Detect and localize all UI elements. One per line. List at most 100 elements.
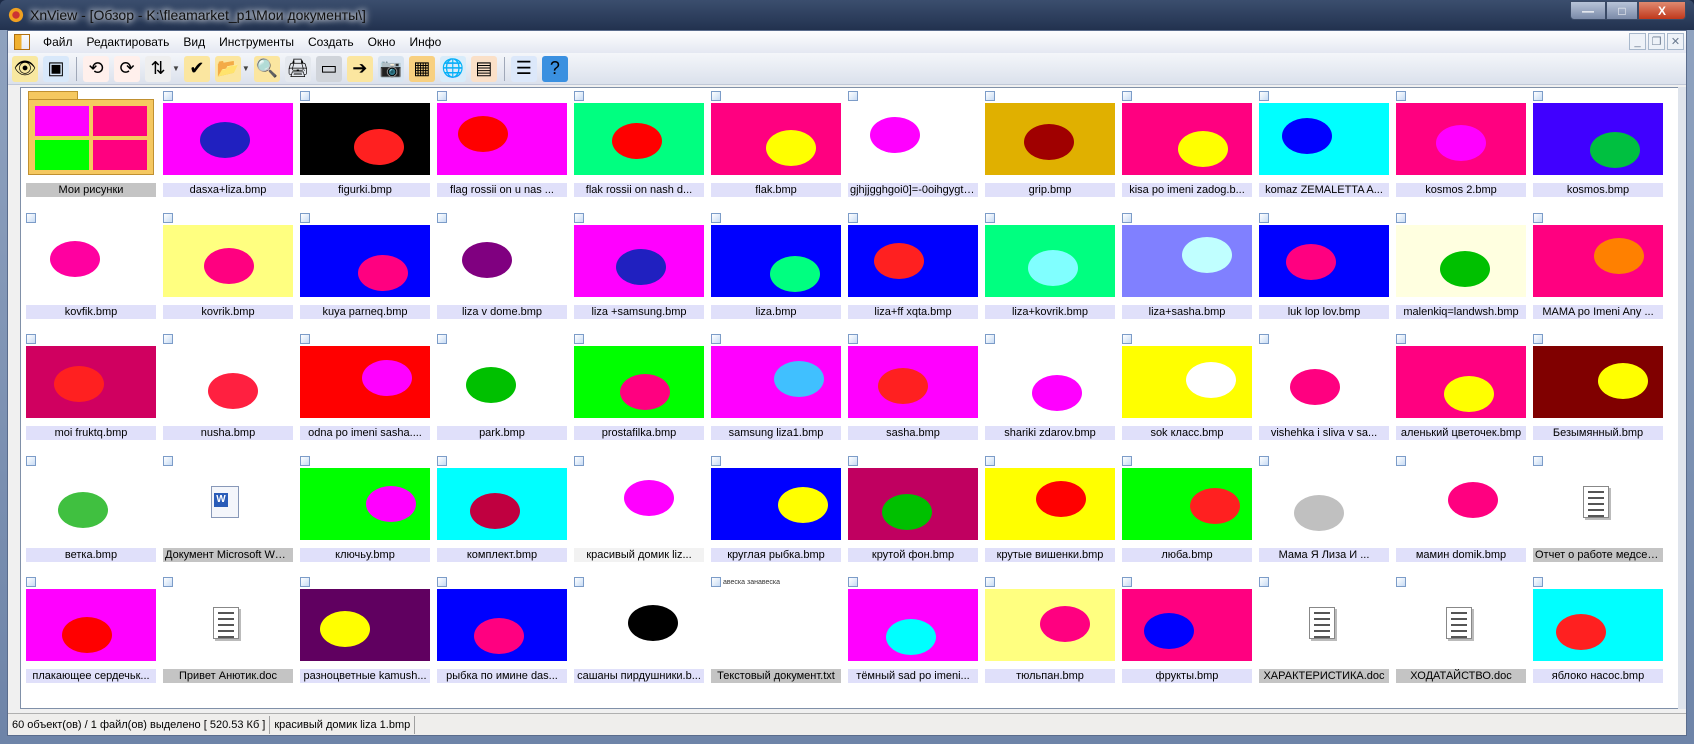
select-checkbox[interactable] — [437, 577, 447, 587]
export-button[interactable]: ➔ — [346, 55, 373, 82]
thumbnail-item[interactable]: samsung liza1.bmp — [711, 334, 841, 452]
select-checkbox[interactable] — [1533, 455, 1543, 466]
thumbnail-item[interactable]: liza+kovrik.bmp — [985, 212, 1115, 331]
menu-2[interactable]: Вид — [176, 35, 212, 49]
select-checkbox[interactable] — [1396, 91, 1406, 101]
thumbnail-item[interactable]: kovrik.bmp — [163, 212, 293, 331]
select-checkbox[interactable] — [574, 334, 584, 344]
thumbnail-item[interactable]: liza+ff xqta.bmp — [848, 212, 978, 331]
dropdown-arrow-icon[interactable]: ▼ — [172, 64, 180, 73]
select-checkbox[interactable] — [985, 455, 995, 466]
select-checkbox[interactable] — [848, 455, 858, 466]
select-checkbox[interactable] — [574, 577, 584, 587]
thumbnail-item[interactable]: Отчет о работе медсес... — [1533, 455, 1663, 574]
select-checkbox[interactable] — [1259, 455, 1269, 466]
fullscreen-button[interactable]: ▣ — [43, 55, 69, 82]
select-checkbox[interactable] — [26, 334, 36, 344]
select-checkbox[interactable] — [437, 455, 447, 466]
thumbnail-item[interactable]: kovfik.bmp — [26, 212, 156, 331]
thumbnail-item[interactable]: nusha.bmp — [163, 334, 293, 452]
thumbnail-item[interactable]: dasxa+liza.bmp — [163, 91, 293, 209]
select-checkbox[interactable] — [163, 91, 173, 101]
thumbnail-item[interactable]: kisa po imeni zadog.b... — [1122, 91, 1252, 209]
thumbnail-item[interactable]: Мои рисунки — [26, 91, 156, 209]
select-checkbox[interactable] — [1122, 91, 1132, 101]
thumbnail-item[interactable]: kuya parneq.bmp — [300, 212, 430, 331]
mdi-minimize-button[interactable]: _ — [1629, 33, 1646, 50]
select-checkbox[interactable] — [711, 212, 721, 223]
thumbnail-item[interactable]: sok класс.bmp — [1122, 334, 1252, 452]
select-checkbox[interactable] — [437, 334, 447, 344]
select-checkbox[interactable] — [985, 577, 995, 587]
thumbnail-item[interactable]: люба.bmp — [1122, 455, 1252, 574]
select-checkbox[interactable] — [163, 334, 173, 344]
thumbnail-item[interactable]: красивый домик liz... — [574, 455, 704, 574]
select-checkbox[interactable] — [1122, 455, 1132, 466]
select-checkbox[interactable] — [300, 577, 310, 587]
thumbnail-item[interactable]: liza v dome.bmp — [437, 212, 567, 331]
thumbnail-item[interactable]: malenkiq=landwsh.bmp — [1396, 212, 1526, 331]
web-button[interactable]: 🌐 — [439, 55, 466, 82]
select-checkbox[interactable] — [848, 91, 858, 101]
select-checkbox[interactable] — [985, 212, 995, 223]
thumbnail-item[interactable]: vishehka i sliva v sa... — [1259, 334, 1389, 452]
search-button[interactable]: 🔍 — [253, 55, 280, 82]
thumbnail-item[interactable]: liza +samsung.bmp — [574, 212, 704, 331]
select-checkbox[interactable] — [300, 455, 310, 466]
select-checkbox[interactable] — [574, 455, 584, 466]
select-checkbox[interactable] — [26, 577, 36, 587]
thumbnail-item[interactable]: MAMA po Imeni Any ... — [1533, 212, 1663, 331]
thumbnail-item[interactable]: W Документ Microsoft Wor... — [163, 455, 293, 574]
menu-6[interactable]: Инфо — [402, 35, 448, 49]
select-checkbox[interactable] — [300, 212, 310, 223]
select-checkbox[interactable] — [437, 91, 447, 101]
thumbnail-browser[interactable]: Мои рисунки dasxa+liza.bmp figurki.bmp flag… — [20, 87, 1682, 709]
camera-button[interactable]: 📷 — [377, 55, 404, 82]
menu-3[interactable]: Инструменты — [212, 35, 301, 49]
thumbnail-item[interactable]: фрукты.bmp — [1122, 577, 1252, 695]
help-button[interactable]: ? — [541, 55, 568, 82]
thumbnail-item[interactable]: крутые вишенки.bmp — [985, 455, 1115, 574]
thumbnail-item[interactable]: shariki zdarov.bmp — [985, 334, 1115, 452]
close-button[interactable]: X — [1638, 1, 1686, 20]
thumbnail-item[interactable]: kosmos.bmp — [1533, 91, 1663, 209]
thumbnail-item[interactable]: разноцветные kamush... — [300, 577, 430, 695]
select-checkbox[interactable] — [574, 91, 584, 101]
thumbnail-item[interactable]: ХОДАТАЙСТВО.doc — [1396, 577, 1526, 695]
thumbnail-item[interactable]: flak rossii on nash d... — [574, 91, 704, 209]
thumbnail-item[interactable]: комплект.bmp — [437, 455, 567, 574]
thumbnail-item[interactable]: ХАРАКТЕРИСТИКА.doc — [1259, 577, 1389, 695]
maximize-button[interactable]: □ — [1606, 1, 1638, 20]
thumbnail-item[interactable]: flag rossii on u nas ... — [437, 91, 567, 209]
select-checkbox[interactable] — [163, 455, 173, 466]
thumbnail-item[interactable]: gjhjjgghgoi0]=-0oihgygtii.... — [848, 91, 978, 209]
move-to-folder-button[interactable]: 📂 — [214, 55, 241, 82]
thumbnail-item[interactable]: Безымянный.bmp — [1533, 334, 1663, 452]
select-checkbox[interactable] — [574, 212, 584, 223]
select-checkbox[interactable] — [848, 212, 858, 223]
menu-5[interactable]: Окно — [361, 35, 403, 49]
thumbnail-item[interactable]: тюльпан.bmp — [985, 577, 1115, 695]
thumbnail-item[interactable]: luk lop lov.bmp — [1259, 212, 1389, 331]
thumbnail-item[interactable]: Мама Я Лиза И ... — [1259, 455, 1389, 574]
select-checkbox[interactable] — [1122, 577, 1132, 587]
thumbnail-item[interactable]: мамин domik.bmp — [1396, 455, 1526, 574]
select-checkbox[interactable] — [1396, 455, 1406, 466]
select-checkbox[interactable] — [848, 577, 858, 587]
thumbnail-item[interactable]: яблоко насос.bmp — [1533, 577, 1663, 695]
thumbnail-item[interactable]: odna po imeni sasha.... — [300, 334, 430, 452]
thumbnail-item[interactable]: flak.bmp — [711, 91, 841, 209]
thumbnail-item[interactable]: park.bmp — [437, 334, 567, 452]
minimize-button[interactable]: — — [1570, 1, 1606, 20]
rotate-right-button[interactable]: ⟳ — [114, 55, 140, 82]
thumbnail-item[interactable]: sasha.bmp — [848, 334, 978, 452]
vertical-scrollbar[interactable] — [1678, 87, 1686, 709]
select-checkbox[interactable] — [985, 91, 995, 101]
thumbnail-item[interactable]: тёмный sad po imeni... — [848, 577, 978, 695]
thumbnail-item[interactable]: liza.bmp — [711, 212, 841, 331]
thumbnail-item[interactable]: плакающее сердечьк... — [26, 577, 156, 695]
thumbnail-item[interactable]: figurki.bmp — [300, 91, 430, 209]
thumbnail-item[interactable]: крутой фон.bmp — [848, 455, 978, 574]
print-button[interactable]: 🖨 — [284, 55, 311, 82]
select-checkbox[interactable] — [1533, 91, 1543, 101]
